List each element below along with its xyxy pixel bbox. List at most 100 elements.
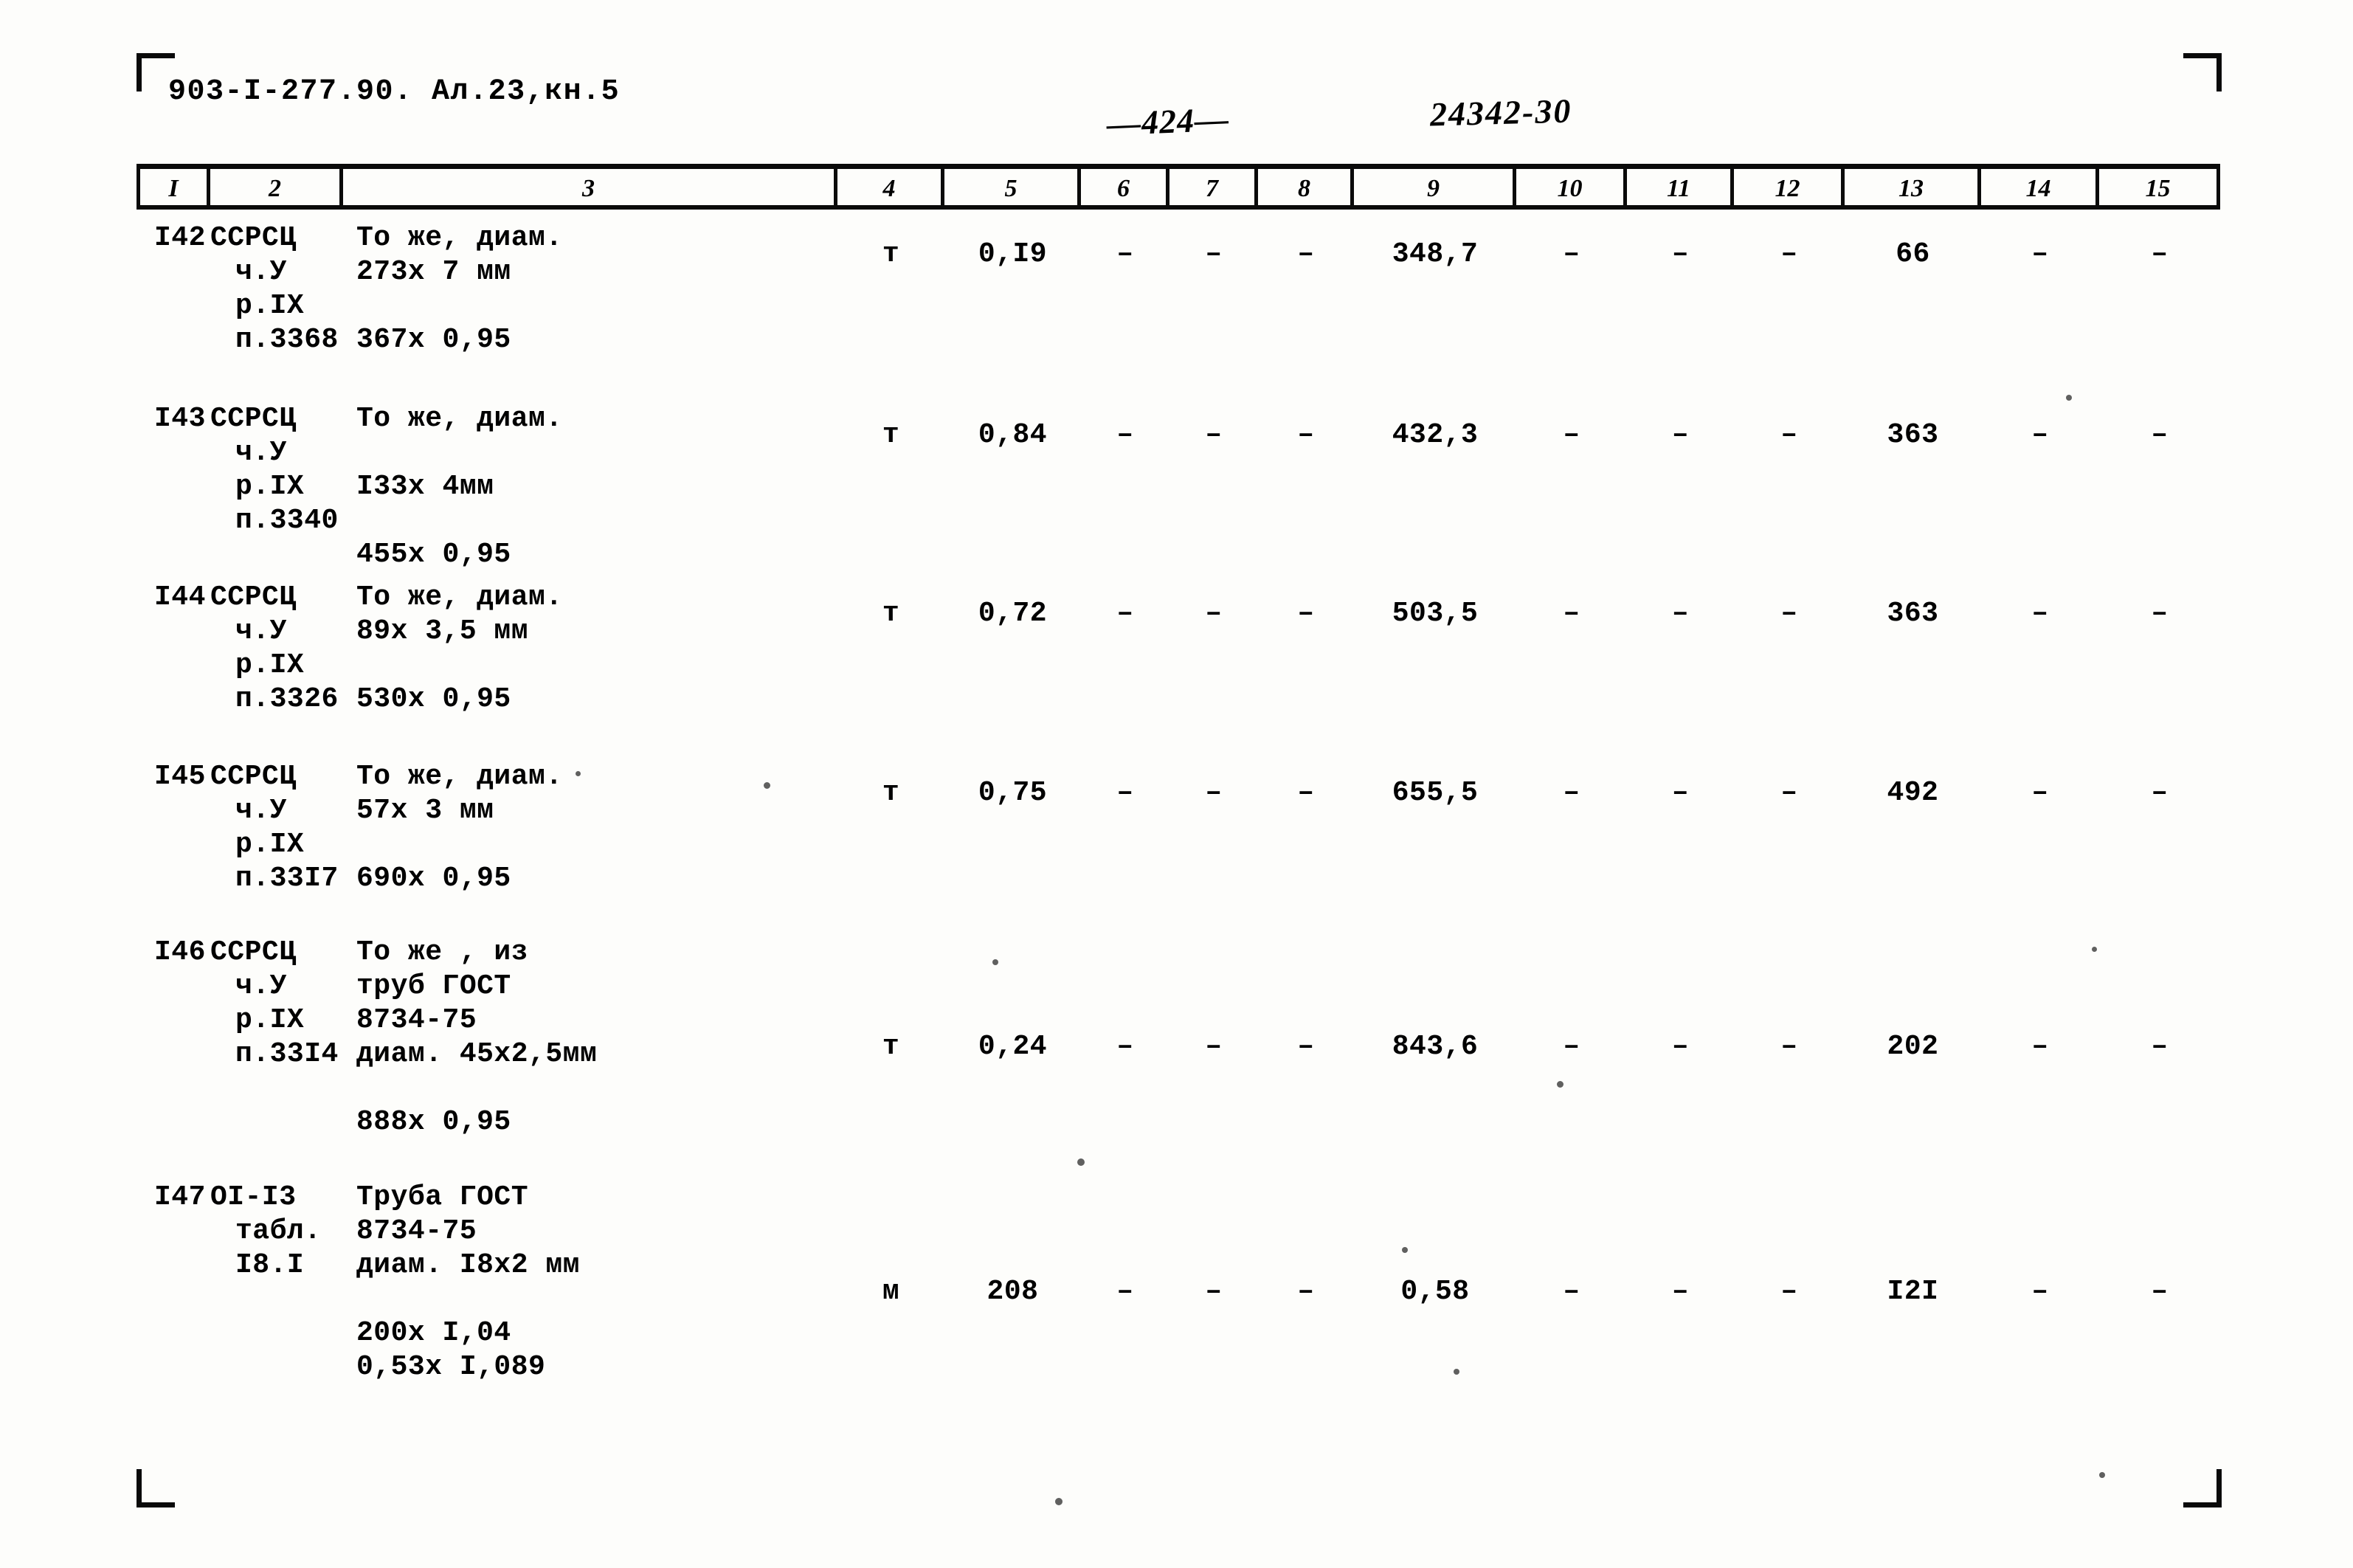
value-col-10: – <box>1563 598 1580 629</box>
description-line: То же, диам. <box>356 581 563 613</box>
scan-speck <box>1454 1369 1459 1375</box>
row-number: I46 <box>154 936 206 968</box>
reference-code-line: ССРСЦ <box>210 222 297 254</box>
value-col-6: – <box>1116 419 1134 451</box>
description-line: 367х 0,95 <box>356 324 511 356</box>
description: То же, диам. 273х 7 мм 367х 0,95 <box>343 221 837 357</box>
description-line: 273х 7 мм <box>356 256 511 288</box>
scan-speck <box>1055 1498 1063 1505</box>
description-line <box>356 504 837 538</box>
description-line: I33х 4мм <box>356 471 494 502</box>
value-col-7: – <box>1205 1031 1223 1063</box>
reference-code-line: ССРСЦ <box>210 761 297 792</box>
reference-code: ССРСЦ ч.У р.IX п.3340 <box>210 402 343 538</box>
row-number: I47 <box>154 1181 206 1213</box>
description-line <box>356 1282 837 1316</box>
value-col-12: – <box>1780 598 1798 629</box>
unit-of-measure: т <box>882 777 900 809</box>
value-col-12: – <box>1780 1276 1798 1308</box>
value-col-11: – <box>1671 419 1690 451</box>
description-line: 888х 0,95 <box>356 1106 511 1138</box>
reference-code-line: ССРСЦ <box>210 581 297 613</box>
description-line <box>356 1071 837 1105</box>
column-header-I: I <box>137 169 210 205</box>
value-col-9: 348,7 <box>1392 238 1479 270</box>
reference-code-line: ч.У <box>235 795 287 826</box>
column-number-header-row: I 2 3 4 5 6 7 8 9 10 11 12 13 14 15 <box>137 164 2220 210</box>
value-col-7: – <box>1205 1276 1223 1308</box>
reference-code-line: р.IX <box>235 829 305 860</box>
reference-code-line: р.IX <box>235 649 305 681</box>
column-header-7: 7 <box>1169 169 1258 205</box>
value-col-15: – <box>2151 1031 2169 1063</box>
reference-code-line: п.3326 <box>235 683 339 715</box>
crop-mark-bottom-left-icon <box>137 1469 175 1507</box>
description: То же, диам. I33х 4мм 455х 0,95 <box>343 402 837 572</box>
table-row: I43 ССРСЦ ч.У р.IX п.3340 То же, диам. I33х 4м… <box>137 402 2220 572</box>
scan-speck <box>2066 395 2072 401</box>
value-col-6: – <box>1116 238 1134 270</box>
value-col-15: – <box>2151 777 2169 809</box>
scanned-page: 903-I-277.90. Ал.23,кн.5 —424— 24342-30 … <box>0 0 2353 1568</box>
table-row: I46 ССРСЦ ч.У р.IX п.33I4 То же , из труб ГОСТ… <box>137 936 2220 1139</box>
description: То же, диам. 89х 3,5 мм 530х 0,95 <box>343 581 837 716</box>
scan-speck <box>1077 1158 1085 1166</box>
table-row: I42 ССРСЦ ч.У р.IX п.3368 То же, диам. 273х 7 … <box>137 221 2220 357</box>
description-line: 8734-75 <box>356 1215 477 1247</box>
value-col-13: 363 <box>1887 598 1939 629</box>
reference-code-line: п.33I4 <box>235 1038 339 1070</box>
value-col-15: – <box>2151 598 2169 629</box>
row-number: I44 <box>154 581 206 613</box>
reference-code-line: ч.У <box>235 970 287 1002</box>
column-header-3: 3 <box>343 169 837 205</box>
scan-speck <box>576 771 581 776</box>
value-col-11: – <box>1671 777 1690 809</box>
document-code: 903-I-277.90. Ал.23,кн.5 <box>168 75 621 108</box>
description-line <box>356 649 837 683</box>
value-col-14: – <box>2031 1031 2049 1063</box>
description-line: То же, диам. <box>356 761 563 792</box>
reference-code-line: р.IX <box>235 1004 305 1036</box>
value-col-14: – <box>2031 238 2049 270</box>
value-col-6: – <box>1116 777 1134 809</box>
description-line: 8734-75 <box>356 1004 477 1036</box>
description-line: 0,53х I,089 <box>356 1351 546 1383</box>
reference-code: ССРСЦ ч.У р.IX п.33I7 <box>210 760 343 896</box>
value-col-14: – <box>2031 1276 2049 1308</box>
description-line <box>356 436 837 470</box>
description-line: труб ГОСТ <box>356 970 511 1002</box>
reference-code: ССРСЦ ч.У р.IX п.3326 <box>210 581 343 716</box>
value-col-12: – <box>1780 1031 1798 1063</box>
table-row: I45 ССРСЦ ч.У р.IX п.33I7 То же, диам. 57х 3 м… <box>137 760 2220 896</box>
value-col-8: – <box>1297 1276 1315 1308</box>
description-line <box>356 289 837 323</box>
stamp-number: 24342-30 <box>1429 91 1572 134</box>
column-header-2: 2 <box>210 169 343 205</box>
description-line: диам. 45х2,5мм <box>356 1038 598 1070</box>
value-col-7: – <box>1205 777 1223 809</box>
value-col-14: – <box>2031 777 2049 809</box>
column-header-6: 6 <box>1081 169 1169 205</box>
reference-code-line: OI-I3 <box>210 1181 297 1213</box>
column-header-11: 11 <box>1627 169 1734 205</box>
column-header-9: 9 <box>1354 169 1516 205</box>
value-col-9: 503,5 <box>1392 598 1479 629</box>
value-col-6: – <box>1116 598 1134 629</box>
description: То же , из труб ГОСТ 8734-75 диам. 45х2,5мм… <box>343 936 837 1139</box>
description: То же, диам. 57х 3 мм 690х 0,95 <box>343 760 837 896</box>
value-col-8: – <box>1297 598 1315 629</box>
scan-speck <box>764 782 770 789</box>
column-header-4: 4 <box>837 169 944 205</box>
value-col-13: 363 <box>1887 419 1939 451</box>
value-col-15: – <box>2151 1276 2169 1308</box>
column-header-8: 8 <box>1258 169 1354 205</box>
value-col-12: – <box>1780 777 1798 809</box>
scan-speck <box>2092 947 2097 952</box>
value-col-10: – <box>1563 238 1580 270</box>
value-col-5: 0,24 <box>978 1031 1048 1063</box>
column-header-13: 13 <box>1845 169 1981 205</box>
reference-code-line: табл. <box>235 1215 322 1247</box>
value-col-9: 0,58 <box>1400 1276 1470 1308</box>
value-col-14: – <box>2031 598 2049 629</box>
value-col-10: – <box>1563 777 1580 809</box>
